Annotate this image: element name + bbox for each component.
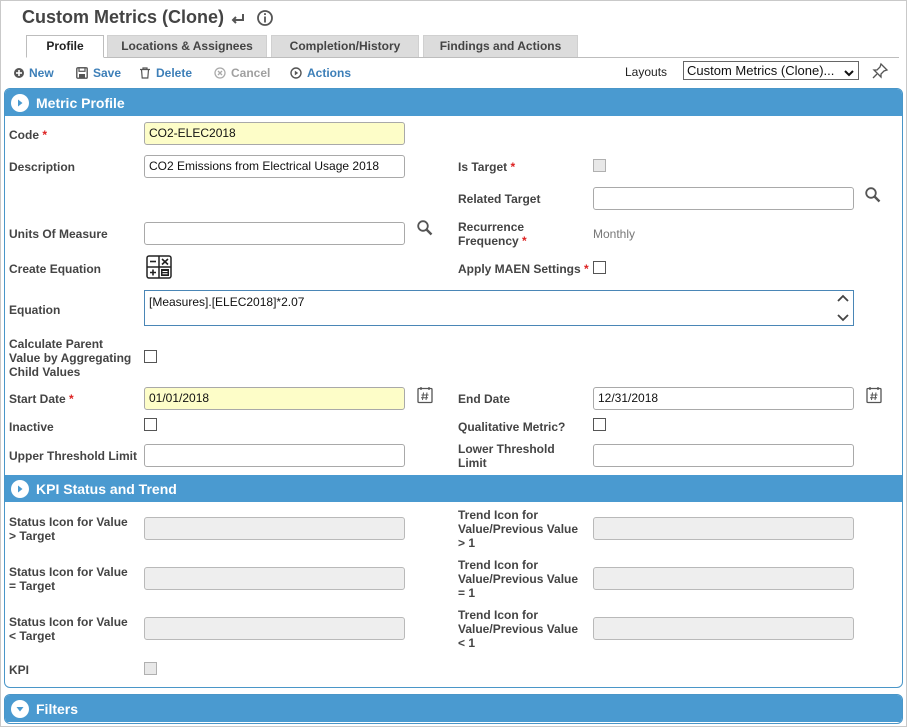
- save-label: Save: [93, 66, 122, 80]
- start-date-label: Start Date *: [9, 392, 74, 406]
- related-target-label: Related Target: [458, 192, 541, 206]
- status-icon-gt-label: Status Icon for Value > Target: [9, 515, 128, 543]
- metric-profile-title: Metric Profile: [36, 94, 125, 111]
- tab-completion-history[interactable]: Completion/History: [271, 35, 419, 57]
- trend-icon-eq-label: Trend Icon for Value/Previous Value = 1: [458, 558, 579, 600]
- status-icon-eq-field[interactable]: [144, 567, 405, 590]
- new-label: New: [29, 66, 54, 80]
- kpi-status-header[interactable]: KPI Status and Trend: [5, 475, 902, 502]
- metric-profile-header[interactable]: Metric Profile: [5, 89, 902, 116]
- tab-profile[interactable]: Profile: [26, 35, 104, 58]
- is-target-label: Is Target *: [458, 160, 516, 174]
- calendar-icon[interactable]: [866, 386, 882, 407]
- layouts-selected-value: Custom Metrics (Clone)...: [687, 63, 835, 78]
- upper-threshold-label: Upper Threshold Limit: [9, 449, 138, 463]
- layouts-label: Layouts: [625, 65, 668, 79]
- filters-panel: Filters: [4, 694, 903, 724]
- search-icon[interactable]: [416, 219, 434, 240]
- inactive-label: Inactive: [9, 420, 54, 434]
- status-icon-eq-label: Status Icon for Value = Target: [9, 565, 128, 593]
- cancel-label: Cancel: [231, 66, 271, 80]
- calculate-parent-label: Calculate Parent Value by Aggregating Ch…: [9, 337, 132, 379]
- filters-header[interactable]: Filters: [5, 695, 902, 722]
- kpi-checkbox[interactable]: [144, 662, 157, 675]
- chevron-down-icon: [843, 65, 855, 79]
- search-icon[interactable]: [864, 186, 882, 207]
- layouts-select[interactable]: Custom Metrics (Clone)...: [683, 61, 859, 80]
- code-input[interactable]: CO2-ELEC2018: [144, 122, 405, 145]
- status-icon-gt-field[interactable]: [144, 517, 405, 540]
- new-button[interactable]: New: [14, 65, 54, 81]
- textarea-scrollbar[interactable]: [835, 293, 851, 323]
- equation-value: [Measures].[ELEC2018]*2.07: [149, 295, 305, 309]
- plus-circle-icon: [14, 68, 24, 78]
- tab-underline: [26, 57, 899, 58]
- status-icon-lt-label: Status Icon for Value < Target: [9, 615, 128, 643]
- is-target-checkbox[interactable]: [593, 159, 606, 172]
- trend-icon-gt-label: Trend Icon for Value/Previous Value > 1: [458, 508, 579, 550]
- related-target-input[interactable]: [593, 187, 854, 210]
- tab-findings-actions[interactable]: Findings and Actions: [423, 35, 578, 57]
- calendar-icon[interactable]: [417, 386, 433, 407]
- create-equation-label: Create Equation: [9, 262, 102, 276]
- back-arrow-icon[interactable]: [229, 9, 247, 27]
- recurrence-frequency-label: Recurrence Frequency *: [458, 220, 527, 248]
- collapse-circle-icon: [11, 699, 29, 718]
- expand-circle-icon: [11, 93, 29, 112]
- filters-title: Filters: [36, 700, 79, 717]
- delete-label: Delete: [156, 66, 193, 80]
- equation-textarea[interactable]: [Measures].[ELEC2018]*2.07: [144, 290, 854, 326]
- trend-icon-gt-field[interactable]: [593, 517, 854, 540]
- kpi-status-title: KPI Status and Trend: [36, 480, 177, 497]
- apply-maen-label: Apply MAEN Settings *: [458, 262, 589, 276]
- units-of-measure-input[interactable]: [144, 222, 405, 245]
- description-label: Description: [9, 160, 76, 174]
- lower-threshold-input[interactable]: [593, 444, 854, 467]
- delete-button[interactable]: Delete: [139, 65, 192, 81]
- trend-icon-lt-label: Trend Icon for Value/Previous Value < 1: [458, 608, 579, 650]
- kpi-label: KPI: [9, 663, 30, 677]
- apply-maen-checkbox[interactable]: [593, 261, 606, 274]
- actions-button[interactable]: Actions: [290, 65, 351, 81]
- expand-circle-icon: [11, 479, 29, 498]
- cancel-circle-icon: [214, 67, 226, 79]
- units-of-measure-label: Units Of Measure: [9, 227, 108, 241]
- trend-icon-eq-field[interactable]: [593, 567, 854, 590]
- calculate-parent-checkbox[interactable]: [144, 350, 157, 363]
- description-input[interactable]: CO2 Emissions from Electrical Usage 2018: [144, 155, 405, 178]
- equation-label: Equation: [9, 303, 61, 317]
- trash-icon: [140, 67, 150, 79]
- tab-locations-assignees[interactable]: Locations & Assignees: [107, 35, 267, 57]
- code-label: Code *: [9, 128, 48, 142]
- floppy-disk-icon: [76, 67, 88, 79]
- calculator-icon[interactable]: [146, 255, 172, 282]
- qualitative-metric-label: Qualitative Metric?: [458, 420, 566, 434]
- recurrence-frequency-value: Monthly: [593, 227, 636, 241]
- end-date-input[interactable]: 12/31/2018: [593, 387, 854, 410]
- save-button[interactable]: Save: [76, 65, 121, 81]
- lower-threshold-label: Lower Threshold Limit: [458, 442, 555, 470]
- pin-icon[interactable]: [871, 62, 889, 83]
- start-date-input[interactable]: 01/01/2018: [144, 387, 405, 410]
- actions-label: Actions: [307, 66, 352, 80]
- info-icon[interactable]: [256, 9, 274, 27]
- upper-threshold-input[interactable]: [144, 444, 405, 467]
- inactive-checkbox[interactable]: [144, 418, 157, 431]
- qualitative-metric-checkbox[interactable]: [593, 418, 606, 431]
- status-icon-lt-field[interactable]: [144, 617, 405, 640]
- end-date-label: End Date: [458, 392, 511, 406]
- trend-icon-lt-field[interactable]: [593, 617, 854, 640]
- cancel-button[interactable]: Cancel: [214, 65, 270, 81]
- page-title: Custom Metrics (Clone): [22, 7, 225, 27]
- play-circle-icon: [290, 67, 302, 79]
